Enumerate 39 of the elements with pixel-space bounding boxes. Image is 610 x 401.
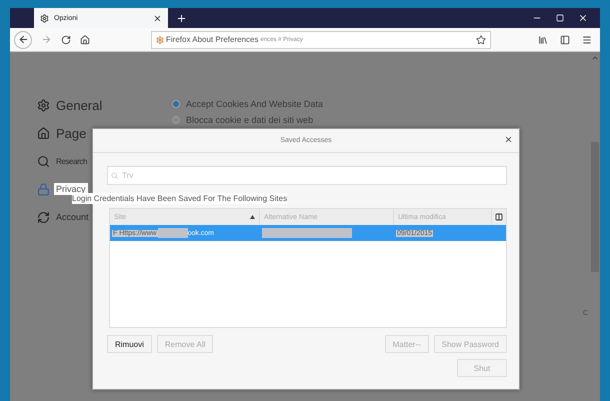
- star-icon: [476, 34, 486, 44]
- back-button[interactable]: [14, 30, 32, 48]
- scrollbar-thumb[interactable]: [591, 142, 599, 272]
- sync-icon: [37, 210, 50, 224]
- radio-label: Blocca cookie e dati dei siti web: [186, 115, 314, 125]
- close-icon: [578, 13, 588, 23]
- action-button[interactable]: Rimuovi: [107, 335, 152, 353]
- sidebar-item[interactable]: Account: [54, 211, 91, 223]
- menu-icon: [582, 34, 592, 44]
- sidebar-item[interactable]: Research: [54, 156, 90, 166]
- lock-icon: [37, 182, 50, 196]
- radio-button[interactable]: [172, 116, 180, 124]
- search-field[interactable]: Trv: [107, 166, 507, 185]
- sidebar-item[interactable]: Privacy: [54, 183, 88, 195]
- url-text: Firefox About Preferences: [166, 35, 258, 44]
- home-icon: [37, 126, 50, 140]
- forward-icon: [41, 34, 52, 45]
- close-icon: [504, 135, 513, 144]
- maximize-icon: [556, 14, 564, 22]
- sort-icon: [250, 215, 255, 219]
- sidebar-icon: [560, 34, 570, 44]
- gear-icon: [40, 14, 49, 22]
- browser-logo-icon: [156, 36, 164, 44]
- gear-icon: [37, 98, 50, 112]
- radio-label: Accept Cookies And Website Data: [186, 99, 323, 109]
- scroll-up-icon: [591, 54, 599, 62]
- back-arrow-icon: [18, 34, 28, 45]
- caption-text: Login Credentials Have Been Saved For The Following Sites: [72, 193, 288, 204]
- redaction-mark: [158, 228, 188, 238]
- reload-icon: [61, 34, 71, 44]
- library-icon: [538, 34, 548, 44]
- sidebar-item[interactable]: General: [54, 96, 104, 114]
- search-icon: [37, 154, 50, 168]
- search-icon: [111, 172, 118, 179]
- home-icon: [80, 34, 90, 44]
- close-button[interactable]: [504, 135, 513, 144]
- close-icon: [153, 14, 162, 22]
- radio-button[interactable]: [172, 100, 180, 108]
- sidebar-item[interactable]: Page: [54, 124, 88, 142]
